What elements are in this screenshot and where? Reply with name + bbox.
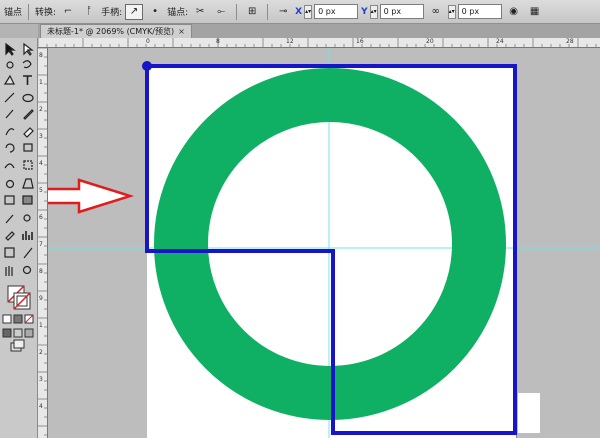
- horizontal-ruler[interactable]: 0 8 12 16 20 24 28: [38, 38, 600, 48]
- perspective-icon[interactable]: [22, 178, 34, 189]
- ruler-tick-label: 24: [496, 38, 504, 45]
- ruler-tick-label: 28: [566, 38, 574, 45]
- separator: [267, 3, 269, 20]
- x-label: X: [295, 6, 303, 17]
- ruler-tick-label: 5: [39, 187, 43, 194]
- magic-wand-icon[interactable]: [6, 61, 14, 69]
- ruler-tick-label: 7: [39, 241, 43, 248]
- paintbrush-icon[interactable]: [5, 109, 14, 119]
- remove-anchor-icon[interactable]: ✂: [191, 4, 209, 20]
- hide-handles-icon[interactable]: •: [146, 4, 164, 20]
- y-label: Y: [361, 6, 368, 17]
- ruler-tick-label: 2: [39, 349, 43, 356]
- line-icon[interactable]: [4, 92, 15, 103]
- tools-panel-icons: [2, 42, 34, 352]
- shape-builder-icon[interactable]: [5, 179, 15, 189]
- gradient-icon[interactable]: [22, 195, 33, 205]
- hand-icon[interactable]: [5, 266, 13, 276]
- ruler-tick-label: 4: [39, 403, 43, 410]
- red-callout-arrow: [48, 178, 135, 214]
- scale-icon[interactable]: [23, 143, 33, 152]
- cut-path-icon[interactable]: ⟜: [212, 4, 230, 20]
- tools-panel: [0, 38, 38, 438]
- ruler-tick-label: 16: [356, 38, 364, 45]
- ruler-tick-label: 8: [216, 38, 220, 45]
- ruler-tick-label: 2: [39, 106, 43, 113]
- x-spinner[interactable]: ▴▾: [304, 4, 313, 19]
- screen-mode-icon[interactable]: [10, 339, 25, 352]
- color-mode-buttons[interactable]: [2, 314, 34, 324]
- selection-icon[interactable]: [5, 42, 16, 56]
- canvas[interactable]: [48, 48, 600, 438]
- ruler-tick-label: 4: [39, 160, 43, 167]
- ruler-tick-label: 8: [39, 268, 43, 275]
- blend-icon[interactable]: [23, 214, 31, 222]
- slice-icon[interactable]: [23, 247, 33, 259]
- pen-icon[interactable]: [3, 74, 15, 85]
- anchors-label: 锚点:: [167, 8, 189, 18]
- eyedropper-icon[interactable]: [5, 214, 14, 224]
- eye-icon[interactable]: ◉: [505, 4, 523, 20]
- show-handles-icon[interactable]: ↗: [125, 3, 144, 20]
- x-field: X ▴▾ 0 px: [295, 4, 359, 19]
- drawing-mode-buttons[interactable]: [2, 328, 34, 338]
- direct-selection-icon[interactable]: [23, 42, 34, 56]
- ruler-tick-label: 8: [39, 52, 43, 59]
- green-ring[interactable]: [154, 68, 506, 420]
- close-tab-icon[interactable]: ×: [178, 27, 185, 36]
- ruler-tick-label: 1: [39, 79, 43, 86]
- ruler-tick-label: 1: [39, 322, 43, 329]
- w-field: ▴▾ 0 px: [447, 4, 502, 19]
- document-tab-title: 未标题-1* @ 2069% (CMYK/预览): [47, 27, 175, 36]
- handles-label: 手柄:: [101, 8, 123, 18]
- y-field: Y ▴▾ 0 px: [361, 4, 424, 19]
- ruler-tick-label: 0: [146, 38, 150, 45]
- pencil-icon[interactable]: [23, 109, 34, 120]
- ruler-tick-label: 12: [286, 38, 294, 45]
- artboard-icon[interactable]: [4, 247, 15, 258]
- convert-label: 转换:: [35, 8, 57, 18]
- align-anchor-icon[interactable]: ⊸: [274, 4, 292, 20]
- warp-icon[interactable]: [4, 163, 15, 169]
- column-graph-icon[interactable]: [22, 231, 33, 240]
- w-spinner[interactable]: ▴▾: [447, 4, 456, 19]
- scroll-corner: [518, 393, 540, 433]
- document-tab[interactable]: 未标题-1* @ 2069% (CMYK/预览) ×: [40, 24, 192, 38]
- ellipse-icon[interactable]: [22, 93, 34, 103]
- lasso-icon[interactable]: [22, 60, 32, 69]
- symbol-sprayer-icon[interactable]: [5, 231, 15, 241]
- x-input[interactable]: 0 px: [314, 4, 359, 19]
- free-transform-icon[interactable]: [23, 160, 33, 170]
- anchor-mode-label: 锚点: [4, 8, 23, 18]
- separator: [236, 3, 238, 20]
- separator: [28, 3, 30, 20]
- blob-brush-icon[interactable]: [5, 128, 15, 136]
- w-input[interactable]: 0 px: [457, 4, 502, 19]
- selected-anchor-point[interactable]: [142, 61, 152, 71]
- convert-to-corner-icon[interactable]: ⌐: [59, 4, 77, 20]
- eraser-icon[interactable]: [23, 127, 34, 138]
- link-icon[interactable]: ∞: [427, 4, 445, 20]
- ruler-tick-label: 9: [39, 295, 43, 302]
- ruler-tick-label: 3: [39, 376, 43, 383]
- type-icon[interactable]: [23, 75, 32, 85]
- control-bar: 锚点 转换: ⌐ ᚩ 手柄: ↗ • 锚点: ✂ ⟜ ⊞ ⊸ X ▴▾ 0 px…: [0, 0, 600, 24]
- reference-point-icon[interactable]: ⊞: [243, 4, 261, 20]
- y-input[interactable]: 0 px: [379, 4, 424, 19]
- mesh-icon[interactable]: [4, 195, 15, 205]
- ruler-tick-label: 20: [426, 38, 434, 45]
- ruler-tick-label: 6: [39, 214, 43, 221]
- fill-stroke-swatches[interactable]: [7, 285, 31, 310]
- rotate-icon[interactable]: [5, 143, 15, 153]
- ruler-tick-label: 3: [39, 133, 43, 140]
- artwork-layer: [48, 48, 600, 438]
- vertical-ruler[interactable]: 8 1 2 3 4 5 6 7 8 9 1 2 3 4: [38, 48, 48, 438]
- grid-icon[interactable]: ▦: [526, 4, 544, 20]
- convert-to-smooth-icon[interactable]: ᚩ: [80, 4, 98, 20]
- document-tab-strip: 未标题-1* @ 2069% (CMYK/预览) ×: [38, 24, 600, 38]
- y-spinner[interactable]: ▴▾: [369, 4, 378, 19]
- zoom-icon[interactable]: [22, 265, 32, 275]
